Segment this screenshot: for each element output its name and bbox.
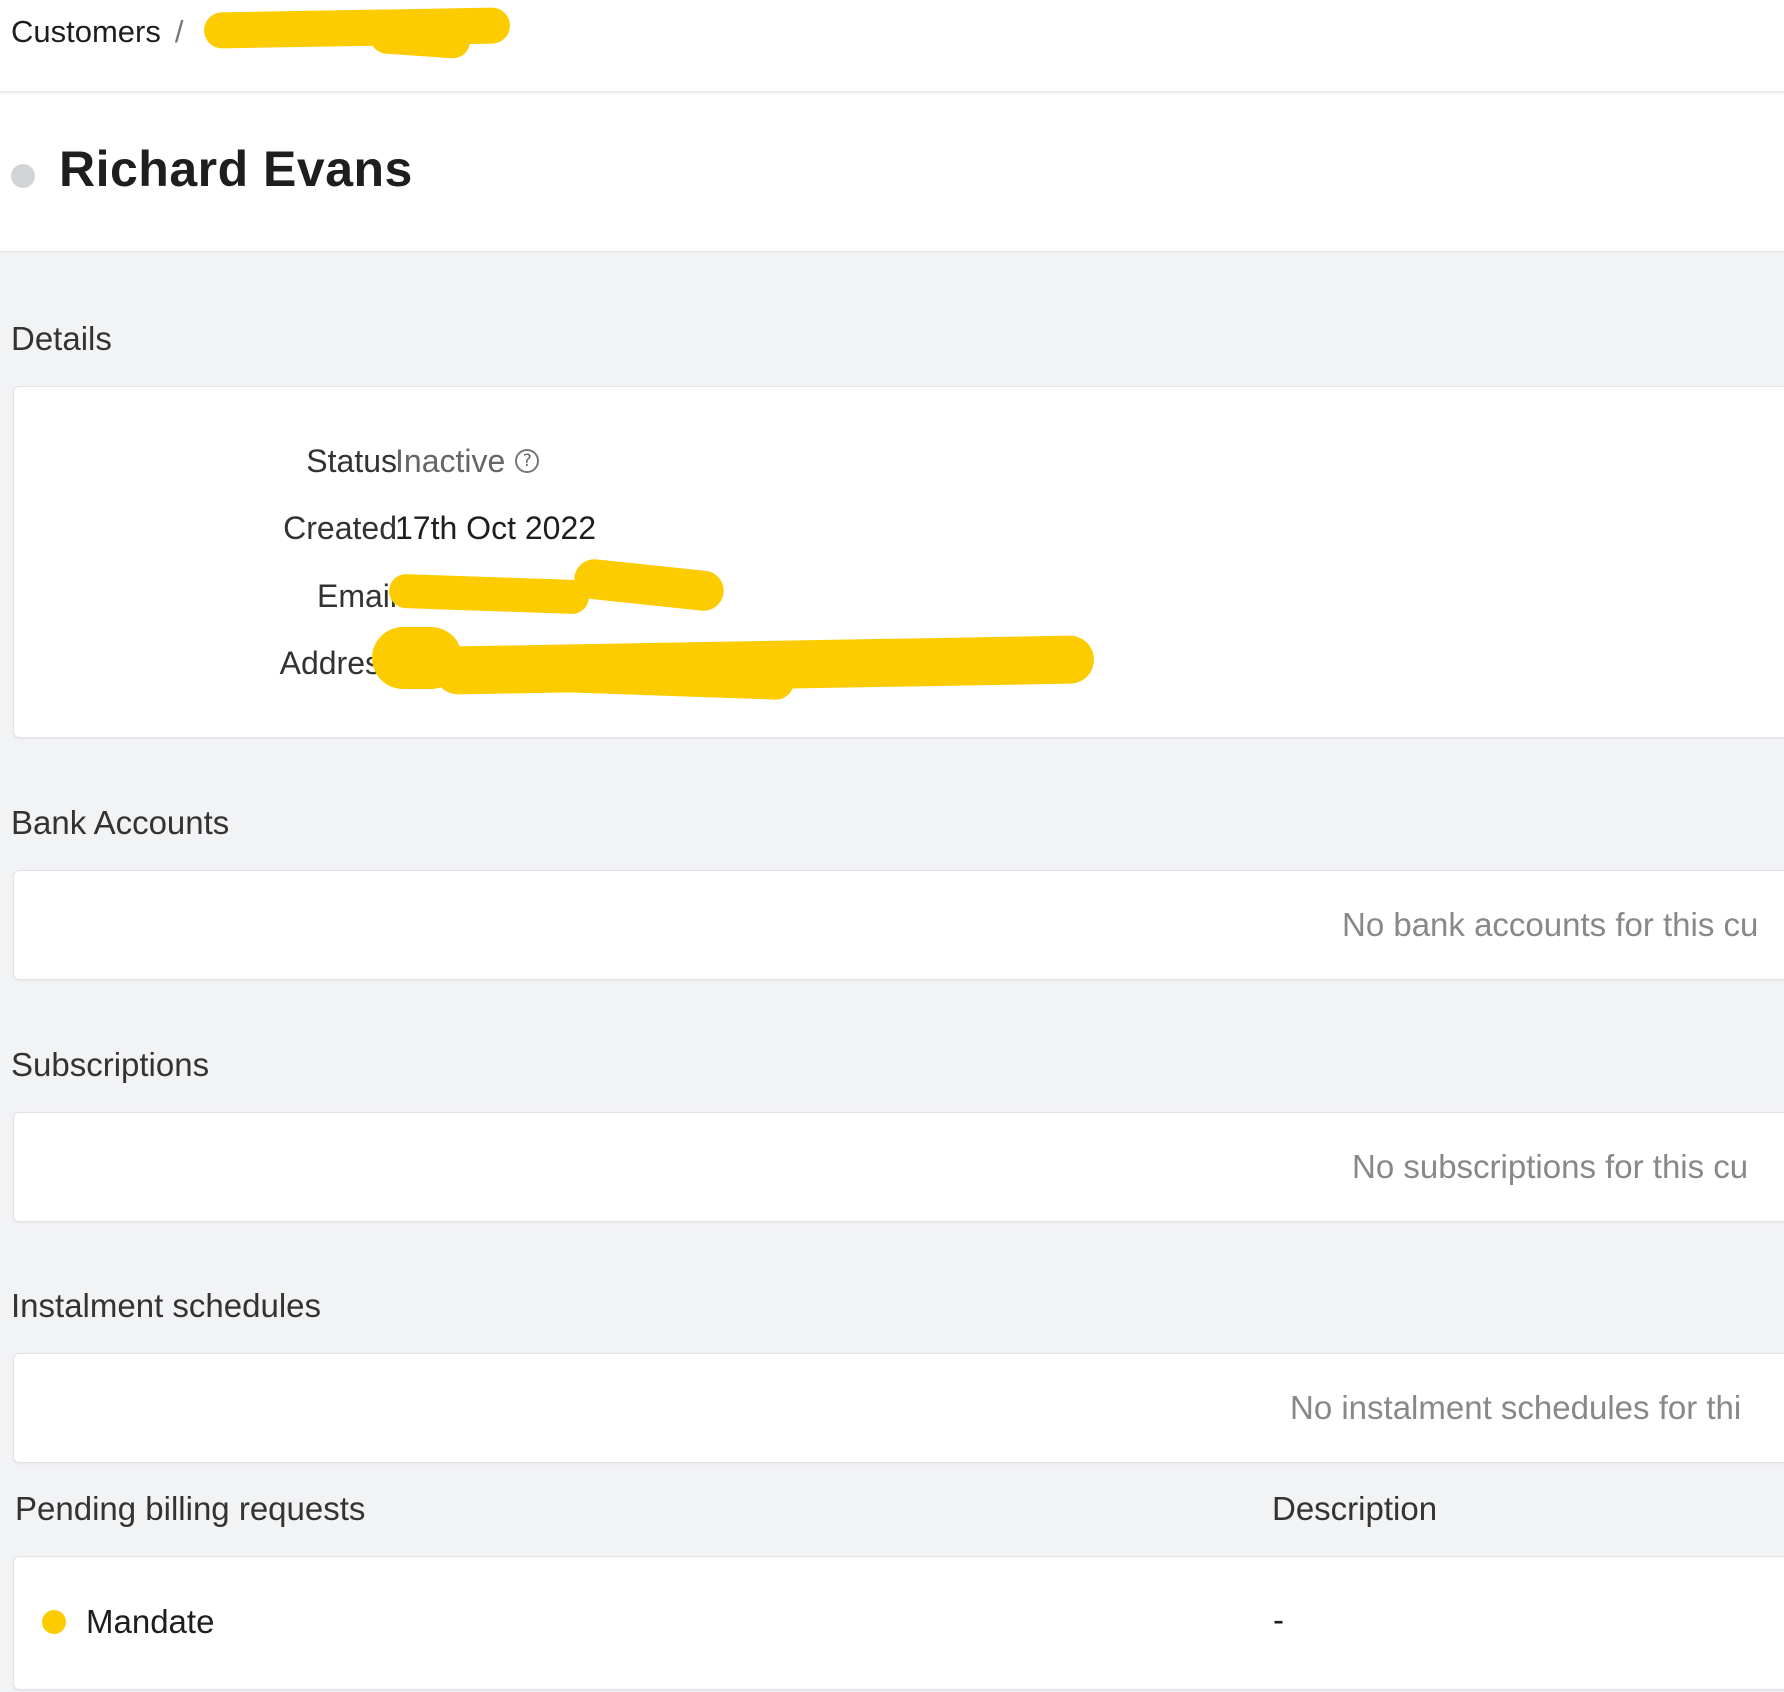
billing-request-description: - (1273, 1601, 1284, 1638)
breadcrumb-customers-link[interactable]: Customers (11, 14, 161, 49)
pending-billing-requests-card: Mandate - (13, 1556, 1784, 1690)
status-dot (11, 164, 35, 188)
subscriptions-card: No subscriptions for this cu (13, 1112, 1784, 1222)
created-value: 17th Oct 2022 (395, 510, 597, 546)
pending-status-dot (42, 1610, 66, 1634)
status-value: Inactive? (395, 443, 540, 480)
top-bar: Customers / (0, 0, 1784, 92)
bank-accounts-empty-message: No bank accounts for this cu (1342, 906, 1759, 943)
breadcrumb-separator: / (174, 14, 184, 49)
subscriptions-heading: Subscriptions (11, 1046, 210, 1083)
email-redaction-2 (572, 557, 726, 613)
customer-page: Customers / Richard Evans Details Status … (0, 0, 1784, 1692)
subscriptions-empty-message: No subscriptions for this cu (1352, 1148, 1749, 1185)
breadcrumb: Customers / (11, 14, 184, 50)
instalment-schedules-empty-message: No instalment schedules for thi (1290, 1389, 1742, 1426)
details-card: Status Inactive? Created 17th Oct 2022 E… (13, 386, 1784, 738)
email-redaction (388, 573, 590, 615)
email-label: Email (316, 578, 397, 614)
instalment-schedules-heading: Instalment schedules (11, 1287, 322, 1324)
description-column-header: Description (1272, 1490, 1438, 1527)
pending-billing-requests-heading: Pending billing requests (15, 1490, 366, 1527)
page-title: Richard Evans (59, 141, 413, 197)
help-icon[interactable]: ? (515, 448, 540, 473)
breadcrumb-redaction-tail (368, 18, 472, 60)
billing-request-type[interactable]: Mandate (86, 1603, 214, 1641)
status-text: Inactive (395, 443, 506, 479)
status-label: Status (306, 443, 397, 479)
details-heading: Details (11, 320, 112, 357)
bank-accounts-card: No bank accounts for this cu (13, 870, 1784, 980)
bank-accounts-heading: Bank Accounts (11, 804, 230, 841)
instalment-schedules-card: No instalment schedules for thi (13, 1353, 1784, 1463)
customer-header: Richard Evans (0, 94, 1784, 252)
created-label: Created (283, 510, 397, 546)
